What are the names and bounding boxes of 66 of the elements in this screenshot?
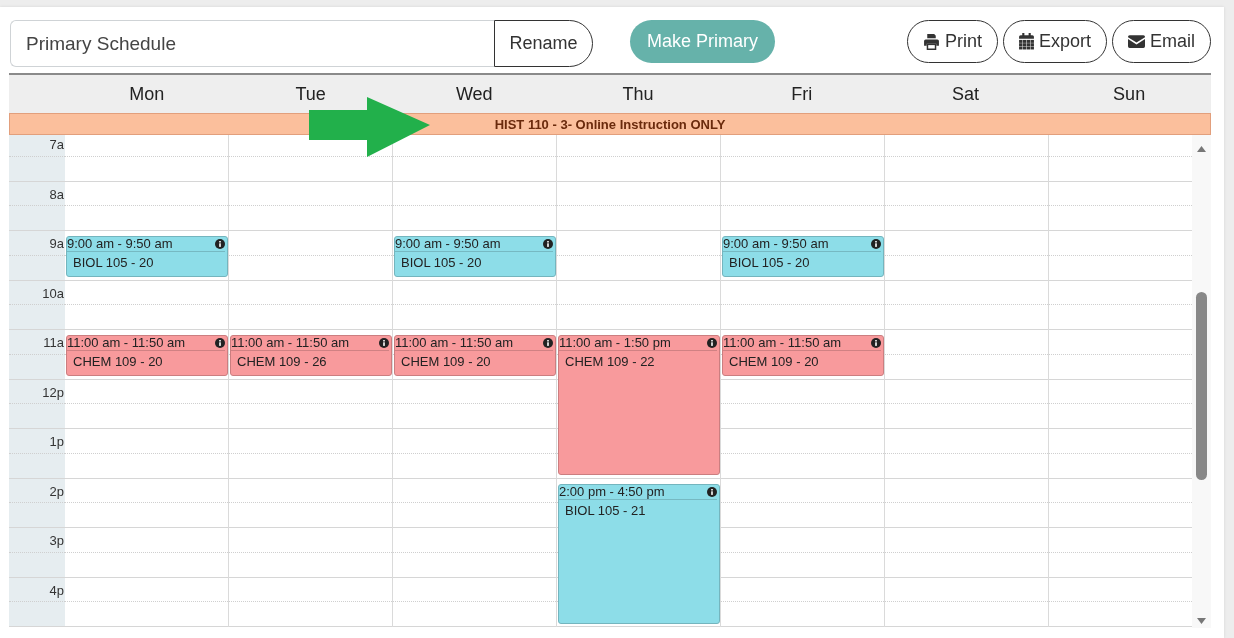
time-label: 9a [49,235,65,251]
schedule-name-field[interactable]: Primary Schedule [10,20,494,67]
info-icon[interactable] [707,338,717,348]
event-time: 9:00 am - 9:50 am [395,237,501,251]
envelope-icon [1128,35,1145,48]
event-time: 9:00 am - 9:50 am [67,237,173,251]
day-header: Fri [790,82,814,106]
event-title: CHEM 109 - 26 [236,353,328,369]
event-title: BIOL 105 - 20 [400,254,483,270]
day-header: Tue [294,82,327,106]
day-header: Thu [621,82,655,106]
info-icon[interactable] [215,239,225,249]
time-label: 10a [42,284,65,301]
export-button[interactable]: Export [1002,20,1107,63]
event-title: CHEM 109 - 20 [72,353,164,369]
info-icon[interactable] [871,338,881,348]
event-title: BIOL 105 - 20 [72,254,155,270]
day-header: Wed [454,82,494,106]
info-icon[interactable] [871,239,881,249]
time-label: 11a [43,334,65,350]
day-header: Sun [1112,82,1147,106]
event-title: CHEM 109 - 22 [564,353,656,369]
day-header: Mon [128,82,166,106]
calendar-event[interactable]: 9:00 am - 9:50 am BIOL 105 - 20 [394,236,556,278]
event-title: BIOL 105 - 21 [564,501,647,518]
event-time: 2:00 pm - 4:50 pm [559,484,665,499]
event-time: 11:00 am - 11:50 am [231,336,350,350]
event-time: 11:00 am - 11:50 am [67,336,186,350]
time-label: 12p [42,383,65,400]
time-label: 8a [49,185,65,202]
event-title: CHEM 109 - 20 [728,353,820,369]
calendar-event[interactable]: 9:00 am - 9:50 am BIOL 105 - 20 [722,236,884,278]
all-day-event[interactable]: HIST 110 - 3- Online Instruction ONLY [9,113,1211,135]
rename-button[interactable]: Rename [494,20,593,67]
printer-icon [922,33,940,50]
calendar-event[interactable]: 2:00 pm - 4:50 pm BIOL 105 - 21 [558,483,720,624]
scrollbar-thumb[interactable] [1196,292,1207,480]
calendar-event[interactable]: 11:00 am - 11:50 am CHEM 109 - 20 [394,335,556,377]
calendar-event[interactable]: 11:00 am - 11:50 am CHEM 109 - 26 [230,335,392,377]
time-label: 4p [49,581,65,598]
event-time: 9:00 am - 9:50 am [723,237,829,251]
event-title: BIOL 105 - 20 [728,254,811,270]
info-icon[interactable] [379,338,389,348]
event-time: 11:00 am - 11:50 am [723,336,842,350]
time-label: 3p [49,532,65,548]
scrollbar[interactable] [1192,135,1211,628]
calendar-event[interactable]: 9:00 am - 9:50 am BIOL 105 - 20 [66,236,228,278]
email-button[interactable]: Email [1112,20,1211,63]
calendar-event[interactable]: 11:00 am - 11:50 am CHEM 109 - 20 [722,335,884,377]
calendar-icon [1018,33,1034,50]
calendar-event[interactable]: 11:00 am - 1:50 pm CHEM 109 - 22 [558,335,720,476]
event-title: CHEM 109 - 20 [400,353,492,369]
info-icon[interactable] [707,486,717,497]
time-label: 1p [49,433,65,449]
info-icon[interactable] [215,338,225,348]
scroll-up-icon[interactable] [1197,146,1206,152]
calendar-event[interactable]: 11:00 am - 11:50 am CHEM 109 - 20 [66,335,228,377]
time-label: 7a [49,136,65,152]
event-time: 11:00 am - 1:50 pm [559,336,671,350]
info-icon[interactable] [543,239,553,249]
day-header: Sat [950,82,980,106]
scroll-down-icon[interactable] [1197,618,1206,624]
print-button[interactable]: Print [906,20,998,63]
event-time: 11:00 am - 11:50 am [395,336,514,350]
time-label: 2p [49,482,65,499]
info-icon[interactable] [543,338,553,348]
